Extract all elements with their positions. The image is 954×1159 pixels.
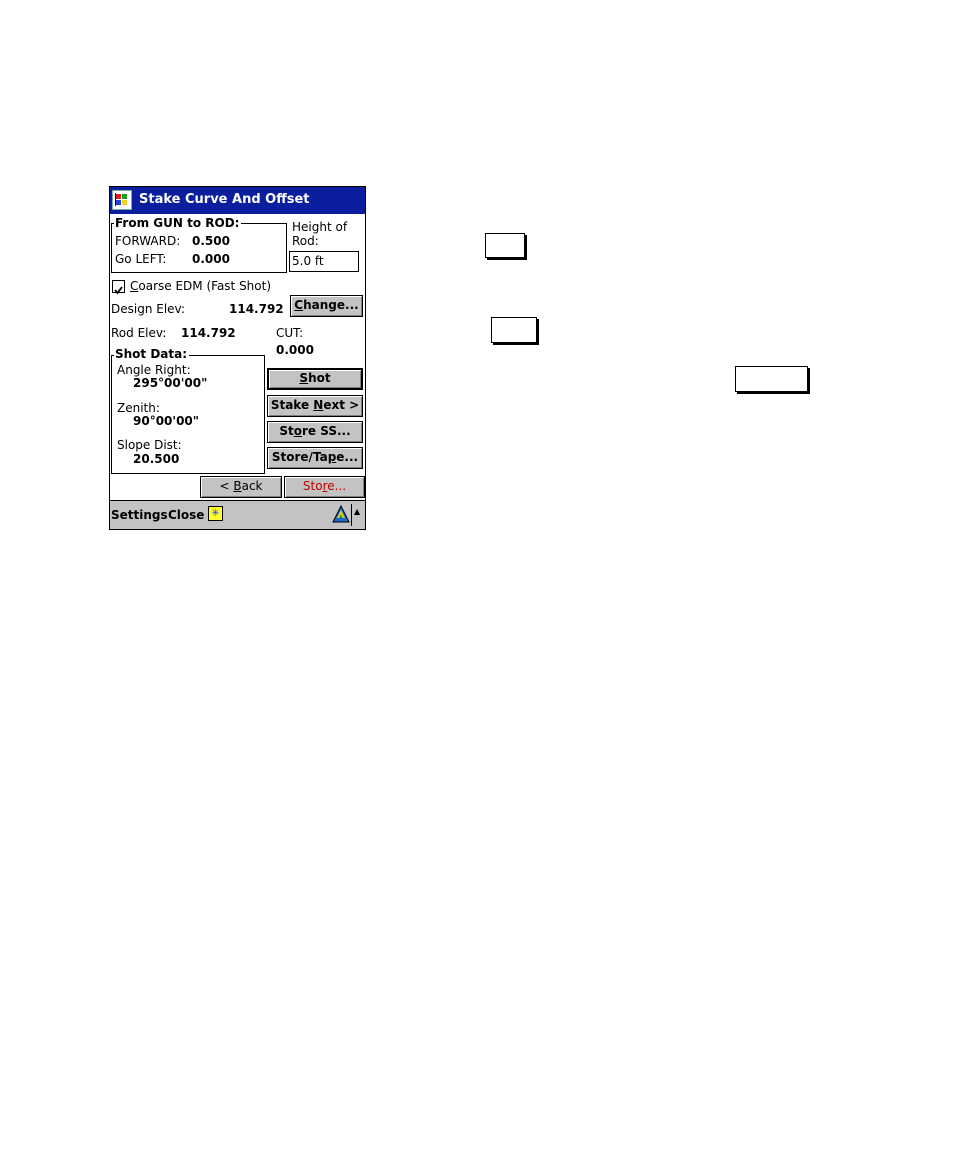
divider <box>351 504 352 526</box>
store-button[interactable]: Store... <box>284 476 365 498</box>
slope-dist-label: Slope Dist: <box>117 438 182 452</box>
store-tape-mnemonic: p <box>327 450 337 464</box>
back-mnemonic: B <box>233 479 242 493</box>
store-ss-text-1: St <box>279 424 294 438</box>
store-ss-mnemonic: o <box>293 424 302 438</box>
coarse-edm-label[interactable]: Coarse EDM (Fast Shot) <box>130 279 271 293</box>
rod-elev-value: 114.792 <box>181 326 236 340</box>
windows-flag-icon[interactable] <box>112 190 132 210</box>
angle-right-value: 295°00'00" <box>133 376 208 390</box>
back-text-1: < <box>219 479 234 493</box>
up-arrow-icon[interactable]: ▲ <box>354 507 360 516</box>
store-ss-button[interactable]: Store SS... <box>267 421 363 443</box>
rod-elev-label: Rod Elev: <box>111 326 167 340</box>
design-elev-label: Design Elev: <box>111 302 186 316</box>
shot-data-label: Shot Data: <box>114 347 190 361</box>
stake-next-button[interactable]: Stake Next > <box>267 395 363 417</box>
forward-label: FORWARD: <box>115 234 181 248</box>
store-tape-text-2: e... <box>336 450 359 464</box>
shot-button[interactable]: Shot <box>267 368 363 390</box>
zenith-label: Zenith: <box>117 401 160 415</box>
cut-value: 0.000 <box>276 343 314 357</box>
callout-box-1 <box>485 233 525 258</box>
stake-next-text-2: ext > <box>323 398 360 412</box>
store-text-2: e... <box>327 479 347 493</box>
go-left-label: Go LEFT: <box>115 252 167 266</box>
coarse-edm-checkbox[interactable] <box>112 280 125 295</box>
forward-value: 0.500 <box>192 234 230 248</box>
coarse-edm-text: oarse EDM (Fast Shot) <box>138 279 272 293</box>
store-tape-button[interactable]: Store/Tape... <box>267 447 363 469</box>
callout-box-2 <box>491 317 537 343</box>
cut-label: CUT: <box>276 326 304 340</box>
design-elev-value: 114.792 <box>229 302 284 316</box>
triangle-logo-icon[interactable] <box>332 504 350 527</box>
height-of-rod-label-2: Rod: <box>292 234 319 248</box>
height-of-rod-input[interactable]: 5.0 ft <box>289 251 359 272</box>
height-of-rod-label-1: Height of <box>292 220 348 234</box>
store-text-1: Sto <box>302 479 323 493</box>
command-bar: Settings Close ✳ ▲ <box>110 500 365 529</box>
back-text-2: ack <box>241 479 263 493</box>
stake-curve-window: Stake Curve And Offset From GUN to ROD: … <box>109 186 366 530</box>
shot-mnemonic: S <box>299 371 309 385</box>
go-left-value: 0.000 <box>192 252 230 266</box>
window-title: Stake Curve And Offset <box>139 192 310 207</box>
change-mnemonic: C <box>294 298 304 312</box>
change-text: hange... <box>303 298 359 312</box>
angle-right-label: Angle Right: <box>117 363 191 377</box>
settings-menu[interactable]: Settings <box>111 508 168 522</box>
from-gun-to-rod-label: From GUN to ROD: <box>114 216 242 230</box>
stake-next-mnemonic: N <box>313 398 324 412</box>
store-tape-text-1: Store/Ta <box>271 450 328 464</box>
change-button[interactable]: Change... <box>290 295 363 317</box>
callout-box-3 <box>735 366 808 392</box>
close-menu[interactable]: Close <box>168 508 204 522</box>
title-bar: Stake Curve And Offset <box>110 187 365 214</box>
sun-icon[interactable]: ✳ <box>208 506 223 521</box>
store-ss-text-2: re SS... <box>301 424 351 438</box>
zenith-value: 90°00'00" <box>133 414 200 428</box>
stake-next-text-1: Stake <box>270 398 314 412</box>
back-button[interactable]: < Back <box>200 476 282 498</box>
checkmark-icon <box>114 286 123 295</box>
slope-dist-value: 20.500 <box>133 452 180 466</box>
shot-text: hot <box>308 371 331 385</box>
